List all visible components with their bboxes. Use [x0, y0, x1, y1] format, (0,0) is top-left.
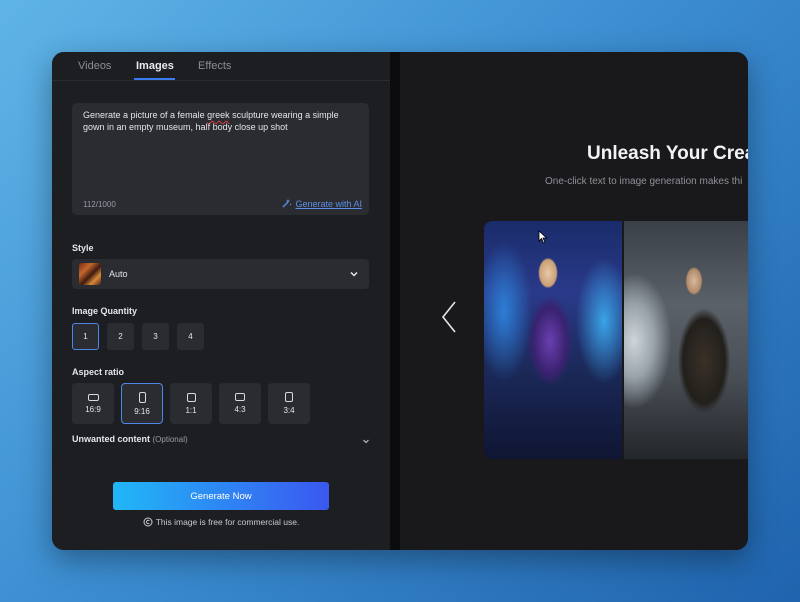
app-window: Videos Images Effects Generate a picture… [52, 52, 748, 550]
unwanted-content-toggle[interactable]: Unwanted content (Optional) [72, 434, 188, 444]
aspect-label-16-9: 16:9 [85, 404, 101, 414]
commercial-use-note: This image is free for commercial use. [52, 517, 390, 527]
active-tab-indicator [134, 78, 175, 80]
previous-arrow-icon[interactable] [440, 300, 458, 334]
generate-with-ai-link[interactable]: Generate with AI [281, 198, 362, 209]
aspect-option-3-4[interactable]: 3:4 [268, 383, 310, 424]
quantity-option-2[interactable]: 2 [107, 323, 134, 350]
hero-subline: One-click text to image generation makes… [545, 176, 743, 187]
aspect-option-4-3[interactable]: 4:3 [219, 383, 261, 424]
aspect-label-4-3: 4:3 [234, 405, 246, 414]
tab-videos[interactable]: Videos [78, 60, 111, 72]
commercial-use-text: This image is free for commercial use. [155, 517, 300, 527]
mouse-pointer-icon [538, 230, 548, 244]
unwanted-content-label: Unwanted content [72, 434, 150, 444]
style-dropdown[interactable]: Auto [72, 259, 369, 289]
tab-bar: Videos Images Effects [52, 52, 390, 81]
copyright-icon [143, 517, 153, 527]
prompt-textarea[interactable]: Generate a picture of a female greek scu… [72, 103, 369, 215]
generate-with-ai-label: Generate with AI [295, 198, 362, 209]
showcase-panel: Unleash Your Crea One-click text to imag… [400, 52, 748, 550]
panel-divider [390, 52, 400, 550]
tab-images[interactable]: Images [136, 60, 174, 72]
quantity-option-4[interactable]: 4 [177, 323, 204, 350]
aspect-ratio-label: Aspect ratio [72, 367, 125, 377]
style-thumbnail [79, 263, 101, 285]
image-quantity-label: Image Quantity [72, 306, 138, 316]
quantity-option-3[interactable]: 3 [142, 323, 169, 350]
style-label: Style [72, 243, 94, 253]
prompt-text[interactable]: Generate a picture of a female greek scu… [83, 109, 353, 133]
quantity-option-1[interactable]: 1 [72, 323, 99, 350]
tab-effects[interactable]: Effects [198, 60, 231, 72]
sample-image-cyberpunk-woman[interactable] [484, 221, 622, 459]
character-counter: 112/1000 [83, 200, 116, 209]
chevron-down-icon[interactable] [361, 436, 371, 446]
landscape-ratio-icon [235, 393, 245, 401]
chevron-down-icon [350, 271, 358, 277]
landscape-ratio-icon [87, 393, 99, 401]
hero-headline: Unleash Your Crea [587, 143, 748, 164]
aspect-option-9-16[interactable]: 9:16 [121, 383, 163, 424]
portrait-ratio-icon [138, 391, 146, 403]
aspect-option-1-1[interactable]: 1:1 [170, 383, 212, 424]
magic-wand-icon [282, 199, 292, 208]
settings-panel: Videos Images Effects Generate a picture… [52, 52, 390, 550]
aspect-label-3-4: 3:4 [283, 406, 295, 415]
portrait-ratio-icon [285, 392, 293, 402]
aspect-label-1-1: 1:1 [185, 405, 197, 415]
style-value: Auto [109, 269, 128, 279]
square-ratio-icon [186, 392, 196, 402]
aspect-option-16-9[interactable]: 16:9 [72, 383, 114, 424]
aspect-label-9-16: 9:16 [134, 406, 150, 416]
generate-now-button[interactable]: Generate Now [113, 482, 329, 510]
optional-tag: (Optional) [152, 435, 188, 444]
sample-image-steampunk-woman[interactable] [624, 221, 748, 459]
